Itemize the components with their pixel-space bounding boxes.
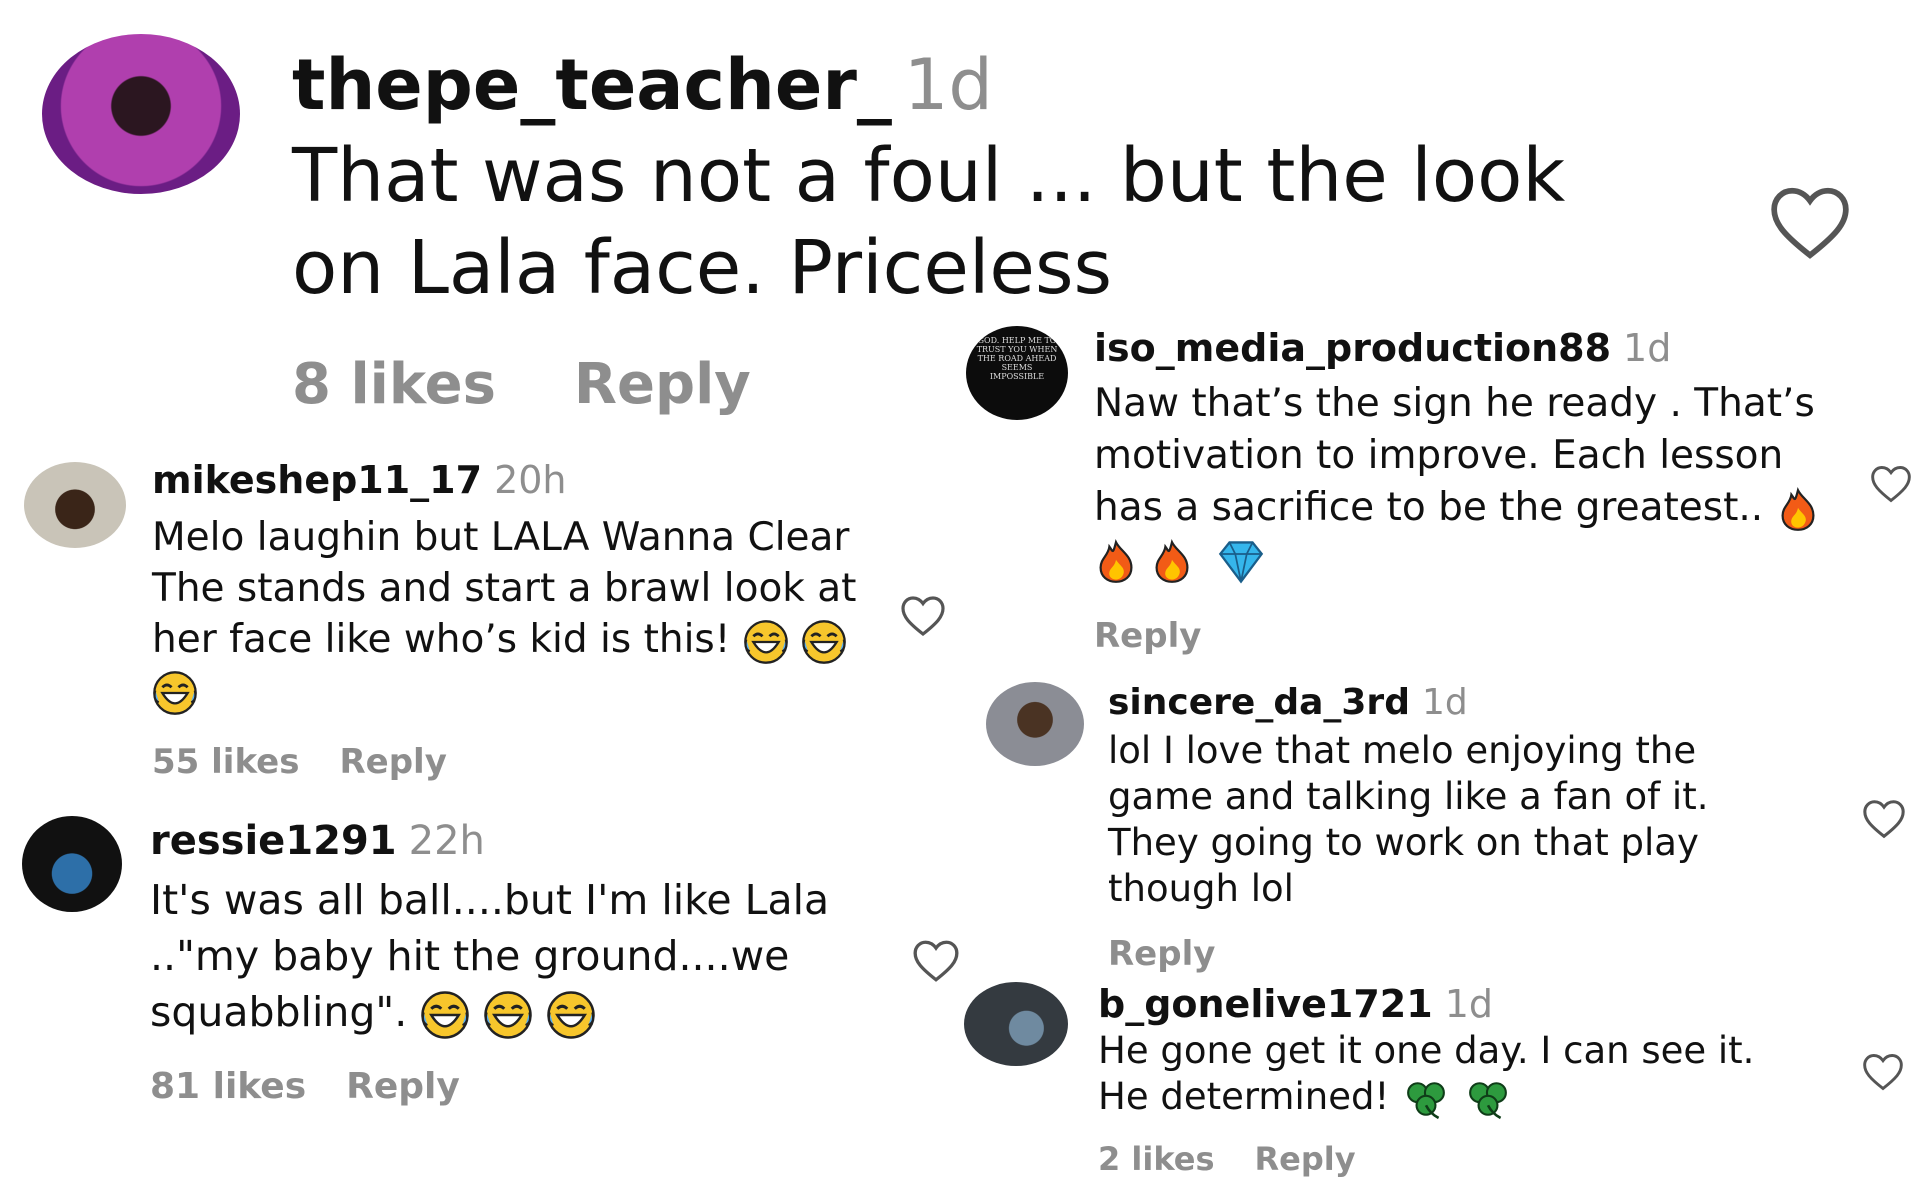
comment-text: He gone get it one day. I can see it. He… [1098,1029,1755,1120]
comment-meta: 8 likes Reply [292,352,791,417]
avatar[interactable] [42,34,240,194]
comment-b-gonelive: b_gonelive1721 1d He gone get it one day.… [960,980,1920,1180]
heart-icon[interactable] [1866,462,1916,506]
likes-count[interactable]: 81 likes [150,1066,306,1107]
shamrock-emoji-icon [1401,1078,1451,1120]
likes-count[interactable]: 2 likes [1098,1140,1215,1178]
comment-iso-media: GOD. HELP ME TO TRUST YOU WHEN THE ROAD … [960,320,1920,660]
laughing-emoji-icon [152,670,198,716]
comment-header: b_gonelive1721 1d [1098,982,1494,1026]
comment-text: lol I love that melo enjoying the game a… [1108,729,1709,910]
laughing-emoji-icon [420,990,470,1040]
comment-text: That was not a foul ... but the look on … [292,133,1566,311]
heart-icon[interactable] [1758,180,1862,266]
comment-meta: 2 likes Reply [1098,1140,1396,1178]
heart-icon[interactable] [1858,796,1910,842]
laughing-emoji-icon [743,619,789,665]
comment-mikeshep: mikeshep11_17 20h Melo laughin but LALA W… [0,450,960,790]
comment-meta: 55 likes Reply [152,742,487,782]
heart-icon[interactable] [896,592,950,640]
reply-button[interactable]: Reply [1108,934,1215,974]
comment-header: ressie1291 22h [150,818,485,864]
timestamp: 1d [903,44,993,126]
avatar[interactable] [986,682,1084,766]
avatar[interactable] [22,816,122,912]
comment-header: thepe_teacher_ 1d [292,42,993,128]
likes-count[interactable]: 8 likes [292,352,496,417]
username[interactable]: thepe_teacher_ [292,44,892,126]
fire-emoji-icon [1776,487,1820,533]
heart-icon[interactable] [1858,1050,1908,1094]
laughing-emoji-icon [483,990,533,1040]
comment-header: iso_media_production88 1d [1094,326,1672,370]
likes-count[interactable]: 55 likes [152,742,299,782]
comment-header: sincere_da_3rd 1d [1108,682,1468,723]
reply-button[interactable]: Reply [574,352,751,417]
avatar[interactable] [24,462,126,548]
laughing-emoji-icon [546,990,596,1040]
comment-sincere: sincere_da_3rd 1d lol I love that melo en… [960,670,1920,974]
shamrock-emoji-icon [1463,1078,1513,1120]
laughing-emoji-icon [801,619,847,665]
gem-emoji-icon [1215,539,1267,585]
comment-text: Naw that’s the sign he ready . That’s mo… [1094,378,1854,586]
comment-text: It's was all ball....but I'm like Lala .… [150,872,829,1040]
comment-meta: 81 likes Reply [150,1066,500,1107]
reply-button[interactable]: Reply [1255,1140,1356,1178]
fire-emoji-icon [1094,539,1138,585]
heart-icon[interactable] [908,936,964,986]
comment-ressie: ressie1291 22h It's was all ball....but I… [0,810,960,1110]
fire-emoji-icon [1150,539,1194,585]
avatar[interactable] [964,982,1068,1066]
comment-text: Melo laughin but LALA Wanna Clear The st… [152,512,872,716]
reply-button[interactable]: Reply [1094,616,1201,656]
comment-meta: Reply [1108,934,1255,974]
reply-button[interactable]: Reply [346,1066,460,1107]
reply-button[interactable]: Reply [339,742,446,782]
avatar[interactable]: GOD. HELP ME TO TRUST YOU WHEN THE ROAD … [966,326,1068,420]
comment-meta: Reply [1094,616,1241,656]
comment-header: mikeshep11_17 20h [152,458,567,502]
